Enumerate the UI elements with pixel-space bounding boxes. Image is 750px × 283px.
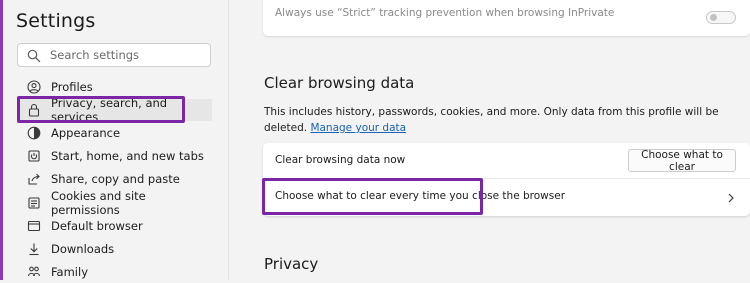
sidebar-item-profiles[interactable]: Profiles <box>17 76 212 98</box>
profile-icon <box>27 80 41 94</box>
sidebar-item-start-home[interactable]: Start, home, and new tabs <box>17 145 212 167</box>
appearance-icon <box>27 126 41 140</box>
strict-tracking-card: Always use “Strict” tracking prevention … <box>263 0 750 36</box>
sidebar-item-label: Appearance <box>51 126 121 140</box>
share-icon <box>27 172 41 186</box>
clear-browsing-description: This includes history, passwords, cookie… <box>264 104 750 136</box>
highlight-box-clear-on-close <box>262 178 483 215</box>
strict-tracking-label: Always use “Strict” tracking prevention … <box>275 7 615 19</box>
sidebar-item-label: Cookies and site permissions <box>51 189 146 217</box>
choose-what-to-clear-button[interactable]: Choose what to clear <box>628 149 736 173</box>
toggle-knob <box>710 14 717 21</box>
sidebar-item-appearance[interactable]: Appearance <box>17 122 212 144</box>
family-icon <box>27 265 41 279</box>
power-icon <box>27 149 41 163</box>
search-box[interactable] <box>17 43 211 67</box>
sidebar-item-label: Downloads <box>51 242 115 256</box>
clear-browsing-data-heading: Clear browsing data <box>264 74 415 92</box>
sidebar-item-label: Profiles <box>51 80 93 94</box>
settings-sidebar: Settings Profiles Privacy, search, and s… <box>3 0 228 280</box>
settings-main: Always use “Strict” tracking prevention … <box>229 0 750 280</box>
chevron-right-icon <box>728 193 734 203</box>
strict-tracking-toggle[interactable] <box>706 11 736 24</box>
browser-icon <box>27 219 41 233</box>
download-icon <box>27 242 41 256</box>
sidebar-item-label: Default browser <box>51 219 143 233</box>
clear-now-row: Clear browsing data now Choose what to c… <box>263 143 750 179</box>
manage-your-data-link[interactable]: Manage your data <box>310 122 406 134</box>
settings-title: Settings <box>16 10 96 32</box>
highlight-box-privacy <box>17 96 185 123</box>
sidebar-item-label: Start, home, and new tabs <box>51 149 204 163</box>
sidebar-item-cookies[interactable]: Cookies and site permissions <box>17 189 212 217</box>
sidebar-item-label: Family <box>51 265 89 279</box>
sidebar-item-downloads[interactable]: Downloads <box>17 238 212 260</box>
cookie-icon <box>27 196 41 210</box>
privacy-heading: Privacy <box>264 255 319 273</box>
search-icon <box>27 49 41 63</box>
sidebar-item-label: Share, copy and paste <box>51 172 180 186</box>
sidebar-item-default-browser[interactable]: Default browser <box>17 215 212 237</box>
clear-now-label: Clear browsing data now <box>275 154 406 166</box>
search-input[interactable] <box>50 44 200 66</box>
sidebar-item-share[interactable]: Share, copy and paste <box>17 168 212 190</box>
